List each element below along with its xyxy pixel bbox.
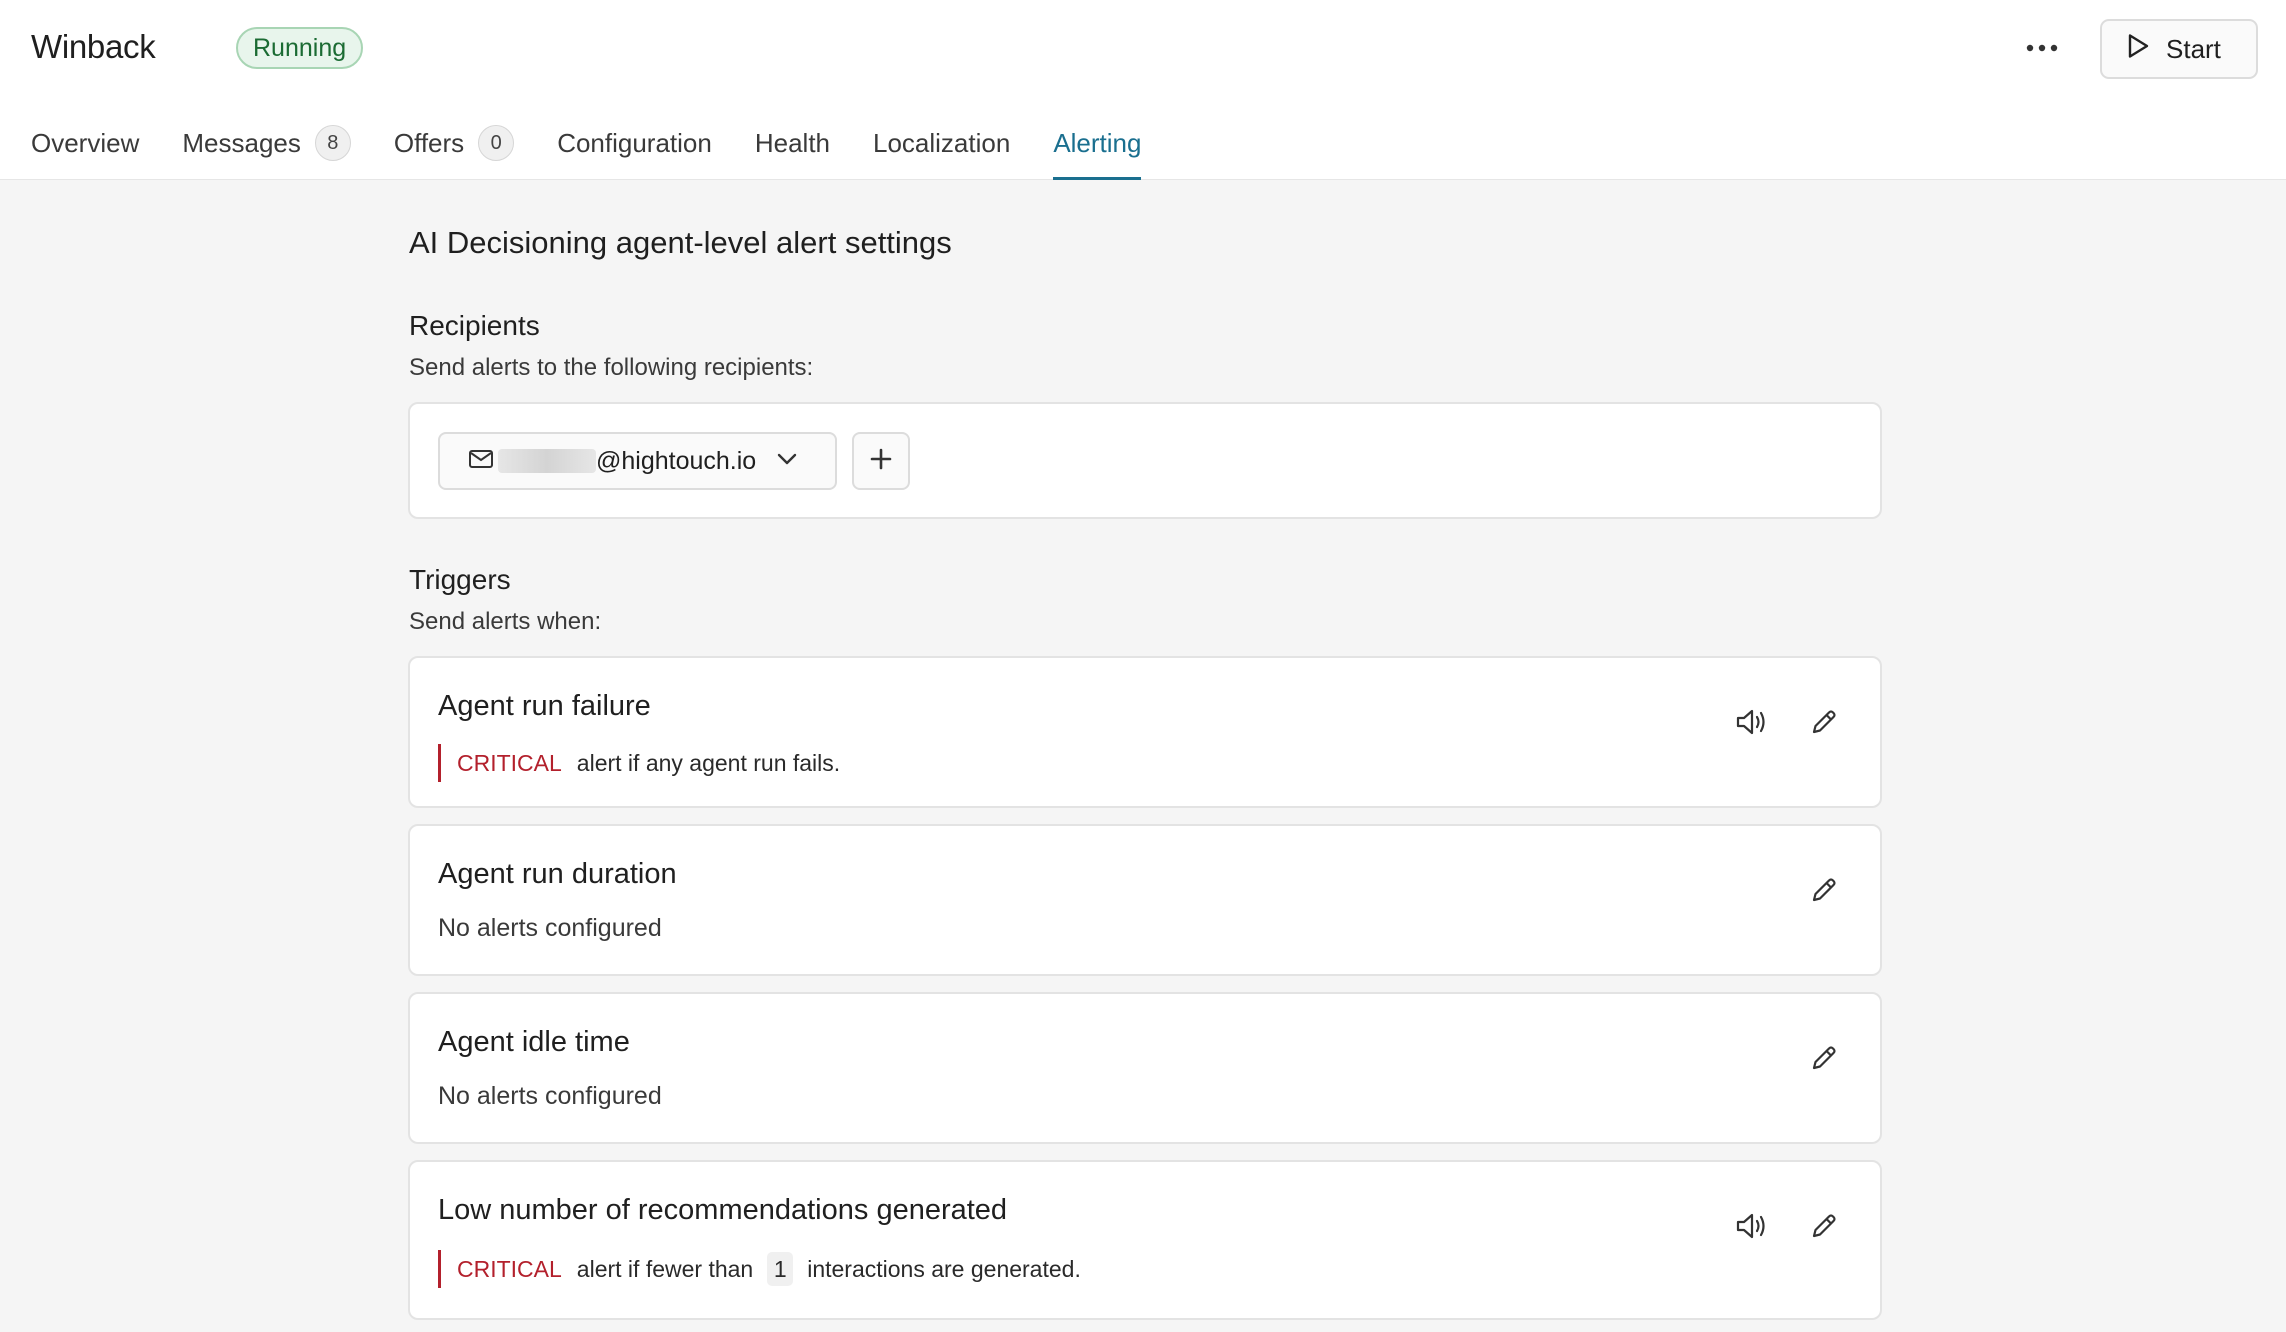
tab-bar: Overview Messages 8 Offers 0 Configurati… bbox=[31, 120, 1184, 180]
tab-offers[interactable]: Offers 0 bbox=[393, 120, 515, 180]
alert-sound-button[interactable] bbox=[1726, 1202, 1778, 1254]
tab-label: Localization bbox=[873, 128, 1011, 158]
no-alerts-text: No alerts configured bbox=[438, 1082, 662, 1110]
tab-label: Offers bbox=[393, 128, 465, 158]
triggers-subtitle: Send alerts when: bbox=[409, 608, 602, 635]
start-button-label: Start bbox=[2166, 33, 2221, 64]
redacted-email-user bbox=[498, 449, 596, 473]
edit-trigger-button[interactable] bbox=[1798, 866, 1850, 918]
tab-messages[interactable]: Messages 8 bbox=[182, 120, 351, 180]
speaker-icon bbox=[1735, 1211, 1769, 1246]
edit-trigger-button[interactable] bbox=[1798, 1202, 1850, 1254]
edit-trigger-button[interactable] bbox=[1798, 698, 1850, 750]
trigger-card-agent-run-failure: Agent run failure CRITICAL alert if any … bbox=[408, 656, 1882, 808]
pencil-icon bbox=[1810, 876, 1838, 909]
tab-label: Alerting bbox=[1053, 128, 1142, 158]
messages-count-badge: 8 bbox=[314, 125, 351, 161]
add-recipient-button[interactable] bbox=[852, 432, 910, 490]
speaker-icon bbox=[1735, 707, 1769, 742]
recipient-email: @hightouch.io bbox=[596, 446, 757, 475]
trigger-card-agent-idle-time: Agent idle time No alerts configured bbox=[408, 992, 1882, 1144]
trigger-condition: CRITICAL alert if any agent run fails. bbox=[438, 744, 840, 782]
trigger-name: Agent run duration bbox=[438, 858, 677, 890]
recipients-card: @hightouch.io bbox=[408, 402, 1882, 519]
chevron-down-icon bbox=[776, 452, 798, 471]
tab-label: Messages bbox=[182, 128, 301, 158]
trigger-card-agent-run-duration: Agent run duration No alerts configured bbox=[408, 824, 1882, 976]
plus-icon bbox=[869, 447, 893, 476]
tab-alerting[interactable]: Alerting bbox=[1053, 120, 1142, 180]
app-title: Winback bbox=[31, 28, 156, 65]
threshold-value: 1 bbox=[767, 1252, 794, 1286]
more-horizontal-icon bbox=[2025, 40, 2059, 58]
mail-icon bbox=[468, 449, 494, 474]
trigger-condition: CRITICAL alert if fewer than 1 interacti… bbox=[438, 1250, 1081, 1288]
tab-label: Overview bbox=[31, 128, 140, 158]
recipients-heading: Recipients bbox=[409, 310, 540, 341]
page-title: AI Decisioning agent-level alert setting… bbox=[409, 225, 952, 260]
trigger-name: Agent idle time bbox=[438, 1026, 630, 1058]
play-icon bbox=[2126, 33, 2150, 66]
offers-count-badge: 0 bbox=[478, 125, 515, 161]
header-bar: Winback Running Start Overview Messages … bbox=[0, 0, 2286, 180]
condition-text-after: interactions are generated. bbox=[807, 1255, 1081, 1282]
start-button[interactable]: Start bbox=[2100, 19, 2258, 79]
triggers-heading: Triggers bbox=[409, 564, 511, 595]
status-badge: Running bbox=[236, 27, 364, 69]
no-alerts-text: No alerts configured bbox=[438, 914, 662, 942]
recipient-select[interactable]: @hightouch.io bbox=[438, 432, 837, 490]
edit-trigger-button[interactable] bbox=[1798, 1034, 1850, 1086]
trigger-name: Low number of recommendations generated bbox=[438, 1194, 1008, 1226]
recipients-subtitle: Send alerts to the following recipients: bbox=[409, 354, 814, 381]
condition-text-before: alert if fewer than bbox=[576, 1255, 754, 1282]
tab-label: Health bbox=[754, 128, 830, 158]
pencil-icon bbox=[1810, 1044, 1838, 1077]
pencil-icon bbox=[1810, 1212, 1838, 1245]
tab-overview[interactable]: Overview bbox=[31, 120, 139, 180]
tab-health[interactable]: Health bbox=[755, 120, 830, 180]
tab-label: Configuration bbox=[557, 128, 712, 158]
trigger-card-low-recommendations: Low number of recommendations generated … bbox=[408, 1160, 1882, 1320]
severity-label: CRITICAL bbox=[457, 749, 562, 776]
more-options-button[interactable] bbox=[2016, 24, 2068, 74]
pencil-icon bbox=[1810, 708, 1838, 741]
condition-text: alert if any agent run fails. bbox=[576, 749, 841, 776]
severity-label: CRITICAL bbox=[457, 1255, 562, 1282]
tab-localization[interactable]: Localization bbox=[873, 120, 1010, 180]
tab-configuration[interactable]: Configuration bbox=[557, 120, 712, 180]
alert-sound-button[interactable] bbox=[1726, 698, 1778, 750]
trigger-name: Agent run failure bbox=[438, 690, 651, 722]
